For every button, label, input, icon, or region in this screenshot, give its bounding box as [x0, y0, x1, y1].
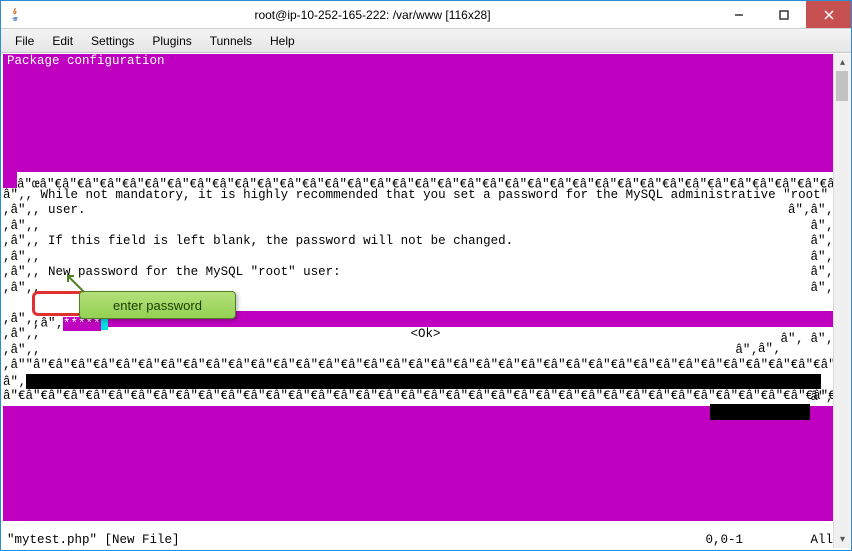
minimize-button[interactable] [716, 1, 761, 28]
package-configuration-label: Package configuration [3, 54, 833, 70]
menu-settings[interactable]: Settings [83, 32, 142, 50]
dialog-border-bottom2: â"€â"€â"€â"€â"€â"€â"€â"€â"€â"€â"€â"€â"€â… [3, 389, 833, 405]
menu-tunnels[interactable]: Tunnels [202, 32, 260, 50]
dialog-border-bottom: ,â""â"€â"€â"€â"€â"€â"€â"€â"€â"€â"€â"€â"€… [3, 358, 833, 374]
menubar: File Edit Settings Plugins Tunnels Help [1, 29, 851, 53]
status-position: 0,0-1 All [705, 533, 833, 549]
annotation-text: enter password [113, 298, 202, 313]
shadow-line: â"‚â"‚ [3, 374, 833, 390]
dialog-text-line: ,â"‚,â"‚ [3, 343, 833, 359]
scroll-down-arrow-icon[interactable]: ▾ [834, 531, 851, 548]
vertical-scrollbar[interactable]: ▴ ▾ [833, 54, 850, 548]
scrollbar-thumb[interactable] [836, 71, 848, 101]
scroll-up-arrow-icon[interactable]: ▴ [834, 54, 851, 71]
java-icon [1, 1, 29, 28]
dialog-text-line: ,â"‚, user.â"‚ [3, 203, 833, 219]
titlebar: root@ip-10-252-165-222: /var/www [116x28… [1, 1, 851, 29]
dialog-footer-area [3, 406, 833, 521]
dialog-ok-row: ,â"‚,<Ok>â"‚ [3, 327, 833, 343]
dialog-text-line: ,â"‚,â"‚ [3, 219, 833, 235]
maximize-button[interactable] [761, 1, 806, 28]
vim-status-line: "mytest.php" [New File] 0,0-1 All [3, 533, 833, 549]
annotation-callout: enter password [79, 291, 236, 319]
dialog-text-line: ,â"‚, If this field is left blank, the p… [3, 234, 833, 250]
dialog-prompt-line: ,â"‚, New password for the MySQL "root" … [3, 265, 833, 281]
dialog-header-area: Package configuration [3, 54, 833, 172]
status-filename: "mytest.php" [New File] [7, 533, 180, 549]
close-button[interactable] [806, 1, 851, 28]
dialog-border-top: â"œâ"€â"€â"€â"€â"€â"€â"€â"€â"€â"€â"€â"€â… [3, 172, 833, 188]
dialog-text-line: â"‚, While not mandatory, it is highly r… [3, 188, 833, 204]
ok-button[interactable]: <Ok> [411, 327, 441, 341]
window-title: root@ip-10-252-165-222: /var/www [116x28… [29, 1, 716, 28]
menu-file[interactable]: File [7, 32, 42, 50]
menu-edit[interactable]: Edit [44, 32, 81, 50]
dialog-text-line: ,â"‚,â"‚ [3, 250, 833, 266]
menu-plugins[interactable]: Plugins [144, 32, 199, 50]
menu-help[interactable]: Help [262, 32, 303, 50]
